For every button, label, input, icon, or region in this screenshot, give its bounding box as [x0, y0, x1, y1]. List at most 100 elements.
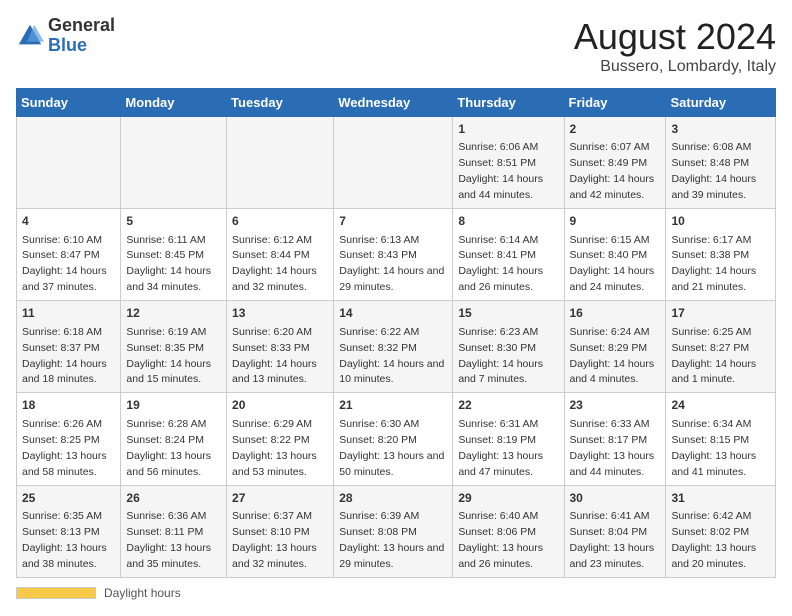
day-number: 15: [458, 305, 558, 322]
calendar-cell: 19 Sunrise: 6:28 AM Sunset: 8:24 PM Dayli…: [121, 393, 227, 485]
logo-blue-text: Blue: [48, 35, 87, 55]
day-info: Sunrise: 6:36 AM Sunset: 8:11 PM Dayligh…: [126, 510, 211, 570]
day-number: 31: [671, 490, 770, 507]
day-number: 16: [570, 305, 661, 322]
calendar-cell: [227, 117, 334, 209]
calendar-cell: 3 Sunrise: 6:08 AM Sunset: 8:48 PM Daylig…: [666, 117, 776, 209]
day-info: Sunrise: 6:28 AM Sunset: 8:24 PM Dayligh…: [126, 418, 211, 478]
day-info: Sunrise: 6:31 AM Sunset: 8:19 PM Dayligh…: [458, 418, 543, 478]
logo-general-text: General: [48, 15, 115, 35]
calendar-cell: 8 Sunrise: 6:14 AM Sunset: 8:41 PM Daylig…: [453, 209, 564, 301]
day-number: 22: [458, 397, 558, 414]
calendar-cell: 27Sunrise: 6:37 AM Sunset: 8:10 PM Dayli…: [227, 485, 334, 577]
calendar-cell: 31Sunrise: 6:42 AM Sunset: 8:02 PM Dayli…: [666, 485, 776, 577]
day-info: Sunrise: 6:17 AM Sunset: 8:38 PM Dayligh…: [671, 234, 756, 294]
day-number: 23: [570, 397, 661, 414]
day-info: Sunrise: 6:40 AM Sunset: 8:06 PM Dayligh…: [458, 510, 543, 570]
calendar-week-row: 1Sunrise: 6:06 AM Sunset: 8:51 PM Daylig…: [17, 117, 776, 209]
day-number: 6: [232, 213, 328, 230]
column-header-monday: Monday: [121, 89, 227, 117]
calendar-cell: 5Sunrise: 6:11 AM Sunset: 8:45 PM Daylig…: [121, 209, 227, 301]
calendar-cell: 14 Sunrise: 6:22 AM Sunset: 8:32 PM Dayli…: [334, 301, 453, 393]
day-info: Sunrise: 6:41 AM Sunset: 8:04 PM Dayligh…: [570, 510, 655, 570]
day-number: 27: [232, 490, 328, 507]
calendar-week-row: 4 Sunrise: 6:10 AM Sunset: 8:47 PM Daylig…: [17, 209, 776, 301]
calendar-cell: 6 Sunrise: 6:12 AM Sunset: 8:44 PM Daylig…: [227, 209, 334, 301]
calendar-table: SundayMondayTuesdayWednesdayThursdayFrid…: [16, 88, 776, 578]
calendar-cell: 20 Sunrise: 6:29 AM Sunset: 8:22 PM Dayli…: [227, 393, 334, 485]
calendar-cell: 25Sunrise: 6:35 AM Sunset: 8:13 PM Dayli…: [17, 485, 121, 577]
calendar-cell: 18 Sunrise: 6:26 AM Sunset: 8:25 PM Dayli…: [17, 393, 121, 485]
day-number: 3: [671, 121, 770, 138]
day-info: Sunrise: 6:12 AM Sunset: 8:44 PM Dayligh…: [232, 234, 317, 294]
page-subtitle: Bussero, Lombardy, Italy: [574, 58, 776, 76]
day-number: 9: [570, 213, 661, 230]
day-info: Sunrise: 6:26 AM Sunset: 8:25 PM Dayligh…: [22, 418, 107, 478]
day-number: 18: [22, 397, 115, 414]
calendar-week-row: 25Sunrise: 6:35 AM Sunset: 8:13 PM Dayli…: [17, 485, 776, 577]
day-info: Sunrise: 6:07 AM Sunset: 8:49 PM Dayligh…: [570, 141, 655, 201]
column-header-friday: Friday: [564, 89, 666, 117]
calendar-week-row: 18 Sunrise: 6:26 AM Sunset: 8:25 PM Dayli…: [17, 393, 776, 485]
calendar-cell: 23 Sunrise: 6:33 AM Sunset: 8:17 PM Dayli…: [564, 393, 666, 485]
calendar-cell: 10 Sunrise: 6:17 AM Sunset: 8:38 PM Dayli…: [666, 209, 776, 301]
calendar-header-row: SundayMondayTuesdayWednesdayThursdayFrid…: [17, 89, 776, 117]
column-header-saturday: Saturday: [666, 89, 776, 117]
calendar-cell: 1Sunrise: 6:06 AM Sunset: 8:51 PM Daylig…: [453, 117, 564, 209]
day-number: 4: [22, 213, 115, 230]
calendar-week-row: 11Sunrise: 6:18 AM Sunset: 8:37 PM Dayli…: [17, 301, 776, 393]
calendar-cell: 13 Sunrise: 6:20 AM Sunset: 8:33 PM Dayli…: [227, 301, 334, 393]
day-number: 5: [126, 213, 221, 230]
day-number: 13: [232, 305, 328, 322]
daylight-label: Daylight hours: [104, 586, 181, 600]
day-number: 10: [671, 213, 770, 230]
calendar-cell: 2 Sunrise: 6:07 AM Sunset: 8:49 PM Daylig…: [564, 117, 666, 209]
day-number: 8: [458, 213, 558, 230]
daylight-bar-icon: [16, 587, 96, 599]
logo: General Blue: [16, 16, 115, 56]
day-info: Sunrise: 6:13 AM Sunset: 8:43 PM Dayligh…: [339, 234, 444, 294]
day-number: 19: [126, 397, 221, 414]
day-number: 20: [232, 397, 328, 414]
day-number: 7: [339, 213, 447, 230]
day-info: Sunrise: 6:25 AM Sunset: 8:27 PM Dayligh…: [671, 326, 756, 386]
day-info: Sunrise: 6:10 AM Sunset: 8:47 PM Dayligh…: [22, 234, 107, 294]
column-header-sunday: Sunday: [17, 89, 121, 117]
calendar-cell: 30 Sunrise: 6:41 AM Sunset: 8:04 PM Dayli…: [564, 485, 666, 577]
day-number: 26: [126, 490, 221, 507]
calendar-cell: 17 Sunrise: 6:25 AM Sunset: 8:27 PM Dayli…: [666, 301, 776, 393]
calendar-cell: 9 Sunrise: 6:15 AM Sunset: 8:40 PM Daylig…: [564, 209, 666, 301]
day-info: Sunrise: 6:14 AM Sunset: 8:41 PM Dayligh…: [458, 234, 543, 294]
day-info: Sunrise: 6:23 AM Sunset: 8:30 PM Dayligh…: [458, 326, 543, 386]
day-number: 30: [570, 490, 661, 507]
column-header-tuesday: Tuesday: [227, 89, 334, 117]
day-number: 24: [671, 397, 770, 414]
day-number: 21: [339, 397, 447, 414]
day-number: 14: [339, 305, 447, 322]
day-number: 2: [570, 121, 661, 138]
day-info: Sunrise: 6:15 AM Sunset: 8:40 PM Dayligh…: [570, 234, 655, 294]
calendar-cell: 16Sunrise: 6:24 AM Sunset: 8:29 PM Dayli…: [564, 301, 666, 393]
day-number: 1: [458, 121, 558, 138]
day-number: 12: [126, 305, 221, 322]
day-info: Sunrise: 6:34 AM Sunset: 8:15 PM Dayligh…: [671, 418, 756, 478]
calendar-cell: 11Sunrise: 6:18 AM Sunset: 8:37 PM Dayli…: [17, 301, 121, 393]
day-info: Sunrise: 6:22 AM Sunset: 8:32 PM Dayligh…: [339, 326, 444, 386]
calendar-cell: 21Sunrise: 6:30 AM Sunset: 8:20 PM Dayli…: [334, 393, 453, 485]
day-info: Sunrise: 6:33 AM Sunset: 8:17 PM Dayligh…: [570, 418, 655, 478]
day-info: Sunrise: 6:39 AM Sunset: 8:08 PM Dayligh…: [339, 510, 444, 570]
column-header-wednesday: Wednesday: [334, 89, 453, 117]
day-number: 29: [458, 490, 558, 507]
calendar-cell: 15 Sunrise: 6:23 AM Sunset: 8:30 PM Dayli…: [453, 301, 564, 393]
day-number: 17: [671, 305, 770, 322]
day-info: Sunrise: 6:20 AM Sunset: 8:33 PM Dayligh…: [232, 326, 317, 386]
calendar-cell: 28 Sunrise: 6:39 AM Sunset: 8:08 PM Dayli…: [334, 485, 453, 577]
day-info: Sunrise: 6:08 AM Sunset: 8:48 PM Dayligh…: [671, 141, 756, 201]
calendar-cell: [121, 117, 227, 209]
footer-note: Daylight hours: [16, 586, 776, 600]
day-info: Sunrise: 6:29 AM Sunset: 8:22 PM Dayligh…: [232, 418, 317, 478]
calendar-cell: 24 Sunrise: 6:34 AM Sunset: 8:15 PM Dayli…: [666, 393, 776, 485]
day-number: 28: [339, 490, 447, 507]
calendar-cell: [334, 117, 453, 209]
day-number: 25: [22, 490, 115, 507]
